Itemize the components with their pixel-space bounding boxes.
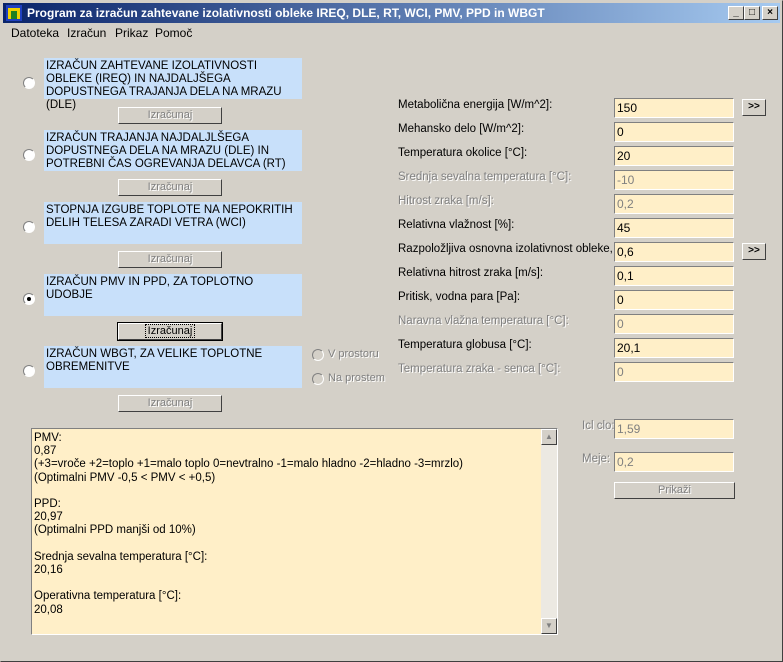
- app-icon: [6, 5, 22, 21]
- param-field-air-speed[interactable]: 0,2: [614, 194, 734, 214]
- title-bar[interactable]: Program za izračun zahtevane izolativnos…: [3, 3, 780, 23]
- param-label-clothing-insulation: Razpoložljiva osnovna izolativnost oblek…: [398, 243, 625, 255]
- meje-label: Meje:: [582, 453, 611, 465]
- meje-field[interactable]: 0,2: [614, 452, 734, 472]
- maximize-button[interactable]: □: [744, 6, 760, 20]
- param-label-wet-bulb: Naravna vlažna temperatura [°C]:: [398, 315, 569, 327]
- close-button[interactable]: ×: [762, 6, 778, 20]
- param-field-radiant-temp[interactable]: -10: [614, 170, 734, 190]
- param-label-mechanical: Mehansko delo [W/m^2]:: [398, 123, 525, 135]
- param-label-ambient-temp: Temperatura okolice [°C]:: [398, 147, 528, 159]
- param-label-vapour-pressure: Pritisk, vodna para [Pa]:: [398, 291, 521, 303]
- result-line: Srednja sevalna temperatura [°C]:: [34, 550, 208, 563]
- menu-prikaz[interactable]: Prikaz: [115, 26, 148, 40]
- option-dle-rt-label: IZRAČUN TRAJANJA NAJDALJLŠEGA DOPUSTNEGA…: [44, 130, 302, 171]
- param-label-metabolic: Metabolična energija [W/m^2]:: [398, 99, 553, 111]
- option-pmv-ppd-label: IZRAČUN PMV IN PPD, ZA TOPLOTNO UDOBJE: [44, 274, 302, 316]
- calculate-ireq-button[interactable]: Izračunaj: [118, 107, 222, 124]
- result-line: 0,87: [34, 445, 57, 458]
- option-wbgt-label: IZRAČUN WBGT, ZA VELIKE TOPLOTNE OBREMEN…: [44, 346, 302, 388]
- window-title: Program za izračun zahtevane izolativnos…: [27, 6, 545, 20]
- param-field-ambient-temp[interactable]: 20: [614, 146, 734, 166]
- option-ireq-label: IZRAČUN ZAHTEVANE IZOLATIVNOSTI OBLEKE (…: [44, 58, 302, 111]
- radio-selected-dot: [27, 297, 31, 301]
- result-line: PPD:: [34, 498, 61, 511]
- param-field-relative-air-speed[interactable]: 0,1: [614, 266, 734, 286]
- na-prostem-label: Na prostem: [328, 372, 385, 384]
- result-line: Operativna temperatura [°C]:: [34, 590, 182, 603]
- radio-na-prostem[interactable]: [312, 373, 324, 385]
- result-line: (Optimalni PMV -0,5 < PMV < +0,5): [34, 471, 216, 484]
- param-field-metabolic[interactable]: 150: [614, 98, 734, 118]
- param-field-mechanical[interactable]: 0: [614, 122, 734, 142]
- result-line: (+3=vroče +2=toplo +1=malo toplo 0=nevtr…: [34, 458, 463, 471]
- param-label-globe-temp: Temperatura globusa [°C]:: [398, 339, 532, 351]
- param-field-globe-temp[interactable]: 20,1: [614, 338, 734, 358]
- param-field-shade-temp[interactable]: 0: [614, 362, 734, 382]
- param-field-humidity[interactable]: 45: [614, 218, 734, 238]
- icl-label: Icl clo:: [582, 420, 615, 432]
- param-label-shade-temp: Temperatura zraka - senca [°C]:: [398, 363, 561, 375]
- minimize-button[interactable]: _: [728, 6, 744, 20]
- menu-pomoc[interactable]: Pomoč: [155, 26, 192, 40]
- menu-datoteka[interactable]: Datoteka: [11, 26, 59, 40]
- param-field-vapour-pressure[interactable]: 0: [614, 290, 734, 310]
- radio-ireq[interactable]: [23, 77, 35, 89]
- prikazi-button[interactable]: Prikaži: [614, 482, 735, 499]
- radio-v-prostoru[interactable]: [312, 349, 324, 361]
- result-line: PMV:: [34, 432, 62, 444]
- clothing-more-button[interactable]: >>: [742, 243, 766, 260]
- menu-izracun[interactable]: Izračun: [67, 26, 106, 40]
- calculate-wbgt-button[interactable]: Izračunaj: [118, 395, 222, 412]
- radio-dle-rt[interactable]: [23, 149, 35, 161]
- menu-bar: Datoteka Izračun Prikaz Pomoč: [3, 24, 780, 43]
- param-label-humidity: Relativna vlažnost [%]:: [398, 219, 515, 231]
- param-field-wet-bulb[interactable]: 0: [614, 314, 734, 334]
- results-text: PMV: 0,87 (+3=vroče +2=toplo +1=malo top…: [34, 432, 539, 617]
- results-scrollbar[interactable]: ▲ ▼: [541, 429, 557, 634]
- param-field-clothing-insulation[interactable]: 0,6: [614, 242, 734, 262]
- radio-wci[interactable]: [23, 221, 35, 233]
- radio-wbgt[interactable]: [23, 365, 35, 377]
- result-line: 20,16: [34, 564, 63, 577]
- scroll-down-icon[interactable]: ▼: [541, 618, 557, 634]
- main-window: Program za izračun zahtevane izolativnos…: [0, 0, 783, 662]
- metabolic-more-button[interactable]: >>: [742, 99, 766, 116]
- result-line: 20,97: [34, 511, 63, 524]
- result-line: (Optimalni PPD manjši od 10%): [34, 524, 196, 537]
- results-textarea[interactable]: PMV: 0,87 (+3=vroče +2=toplo +1=malo top…: [31, 428, 558, 635]
- v-prostoru-label: V prostoru: [328, 348, 379, 360]
- calculate-pmv-ppd-button[interactable]: Izračunaj: [117, 322, 223, 341]
- param-label-air-speed: Hitrost zraka [m/s]:: [398, 195, 494, 207]
- calculate-wci-button[interactable]: Izračunaj: [118, 251, 222, 268]
- radio-pmv-ppd[interactable]: [23, 293, 35, 305]
- param-label-relative-air-speed: Relativna hitrost zraka [m/s]:: [398, 267, 544, 279]
- result-line: 20,08: [34, 603, 63, 616]
- param-label-radiant-temp: Srednja sevalna temperatura [°C]:: [398, 171, 572, 183]
- icl-field[interactable]: 1,59: [614, 419, 734, 439]
- option-wci-label: STOPNJA IZGUBE TOPLOTE NA NEPOKRITIH DEL…: [44, 202, 302, 244]
- calculate-dle-rt-button[interactable]: Izračunaj: [118, 179, 222, 196]
- scroll-up-icon[interactable]: ▲: [541, 429, 557, 445]
- calculate-pmv-ppd-label: Izračunaj: [144, 324, 196, 338]
